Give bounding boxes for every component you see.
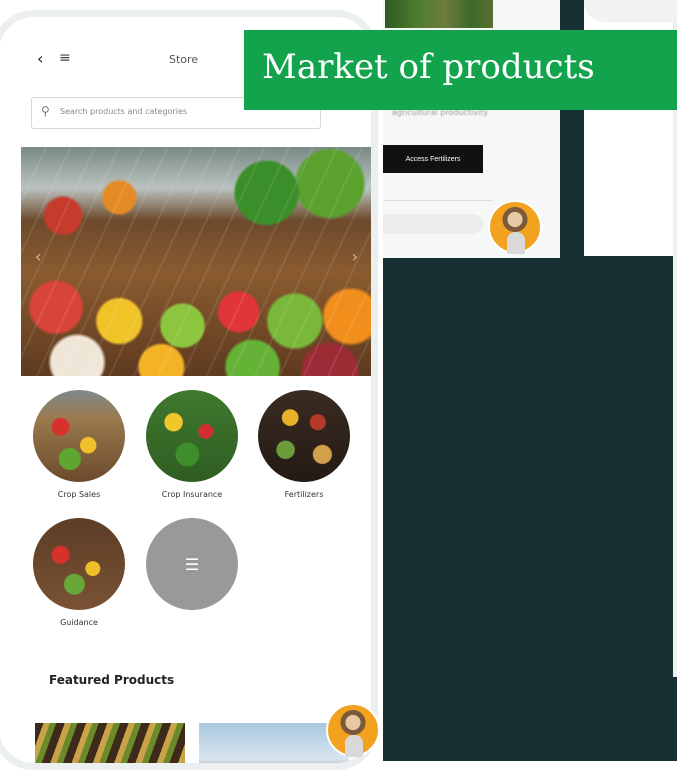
featured-product-card[interactable] xyxy=(35,723,185,763)
crop-sales-image xyxy=(33,390,125,482)
banner-title: Market of products xyxy=(262,47,595,87)
fertilizers-image xyxy=(258,390,350,482)
category-fertilizers[interactable]: Fertilizers xyxy=(257,390,351,499)
more-categories-button[interactable]: ☰ xyxy=(146,518,238,610)
category-crop-sales[interactable]: Crop Sales xyxy=(32,390,126,499)
background-card-edge xyxy=(584,0,677,22)
list-icon: ☰ xyxy=(184,554,200,574)
phone-frame: ‹ ≡ Store ⚲ Search products and categori… xyxy=(0,10,378,770)
divider xyxy=(383,200,493,201)
background-input xyxy=(383,214,483,234)
assistant-avatar[interactable] xyxy=(488,200,542,254)
search-placeholder: Search products and categories xyxy=(60,107,188,116)
dark-background-panel xyxy=(383,256,677,761)
category-guidance[interactable]: Guidance xyxy=(32,518,126,627)
title-banner: Market of products xyxy=(244,30,677,110)
access-fertilizers-button[interactable]: Access Fertilizers xyxy=(383,145,483,173)
category-label: Crop Insurance xyxy=(161,490,223,499)
chevron-left-icon[interactable]: ‹ xyxy=(37,51,43,67)
carousel-next-icon[interactable]: › xyxy=(352,247,358,266)
guidance-image xyxy=(33,518,125,610)
assistant-avatar[interactable] xyxy=(326,703,380,757)
background-field-image xyxy=(385,0,493,28)
carousel-prev-icon[interactable]: ‹ xyxy=(35,247,41,266)
category-label: Fertilizers xyxy=(284,490,324,499)
hero-banner-image[interactable]: ‹ › xyxy=(21,147,371,376)
background-screen-edge xyxy=(673,22,677,677)
featured-products-heading: Featured Products xyxy=(49,673,175,687)
page-title: Store xyxy=(169,53,199,66)
category-label: Crop Sales xyxy=(57,490,101,499)
crop-insurance-image xyxy=(146,390,238,482)
hamburger-menu-icon[interactable]: ≡ xyxy=(59,50,71,66)
category-crop-insurance[interactable]: Crop Insurance xyxy=(145,390,239,499)
category-label: Guidance xyxy=(60,618,98,627)
search-icon: ⚲ xyxy=(41,104,50,118)
